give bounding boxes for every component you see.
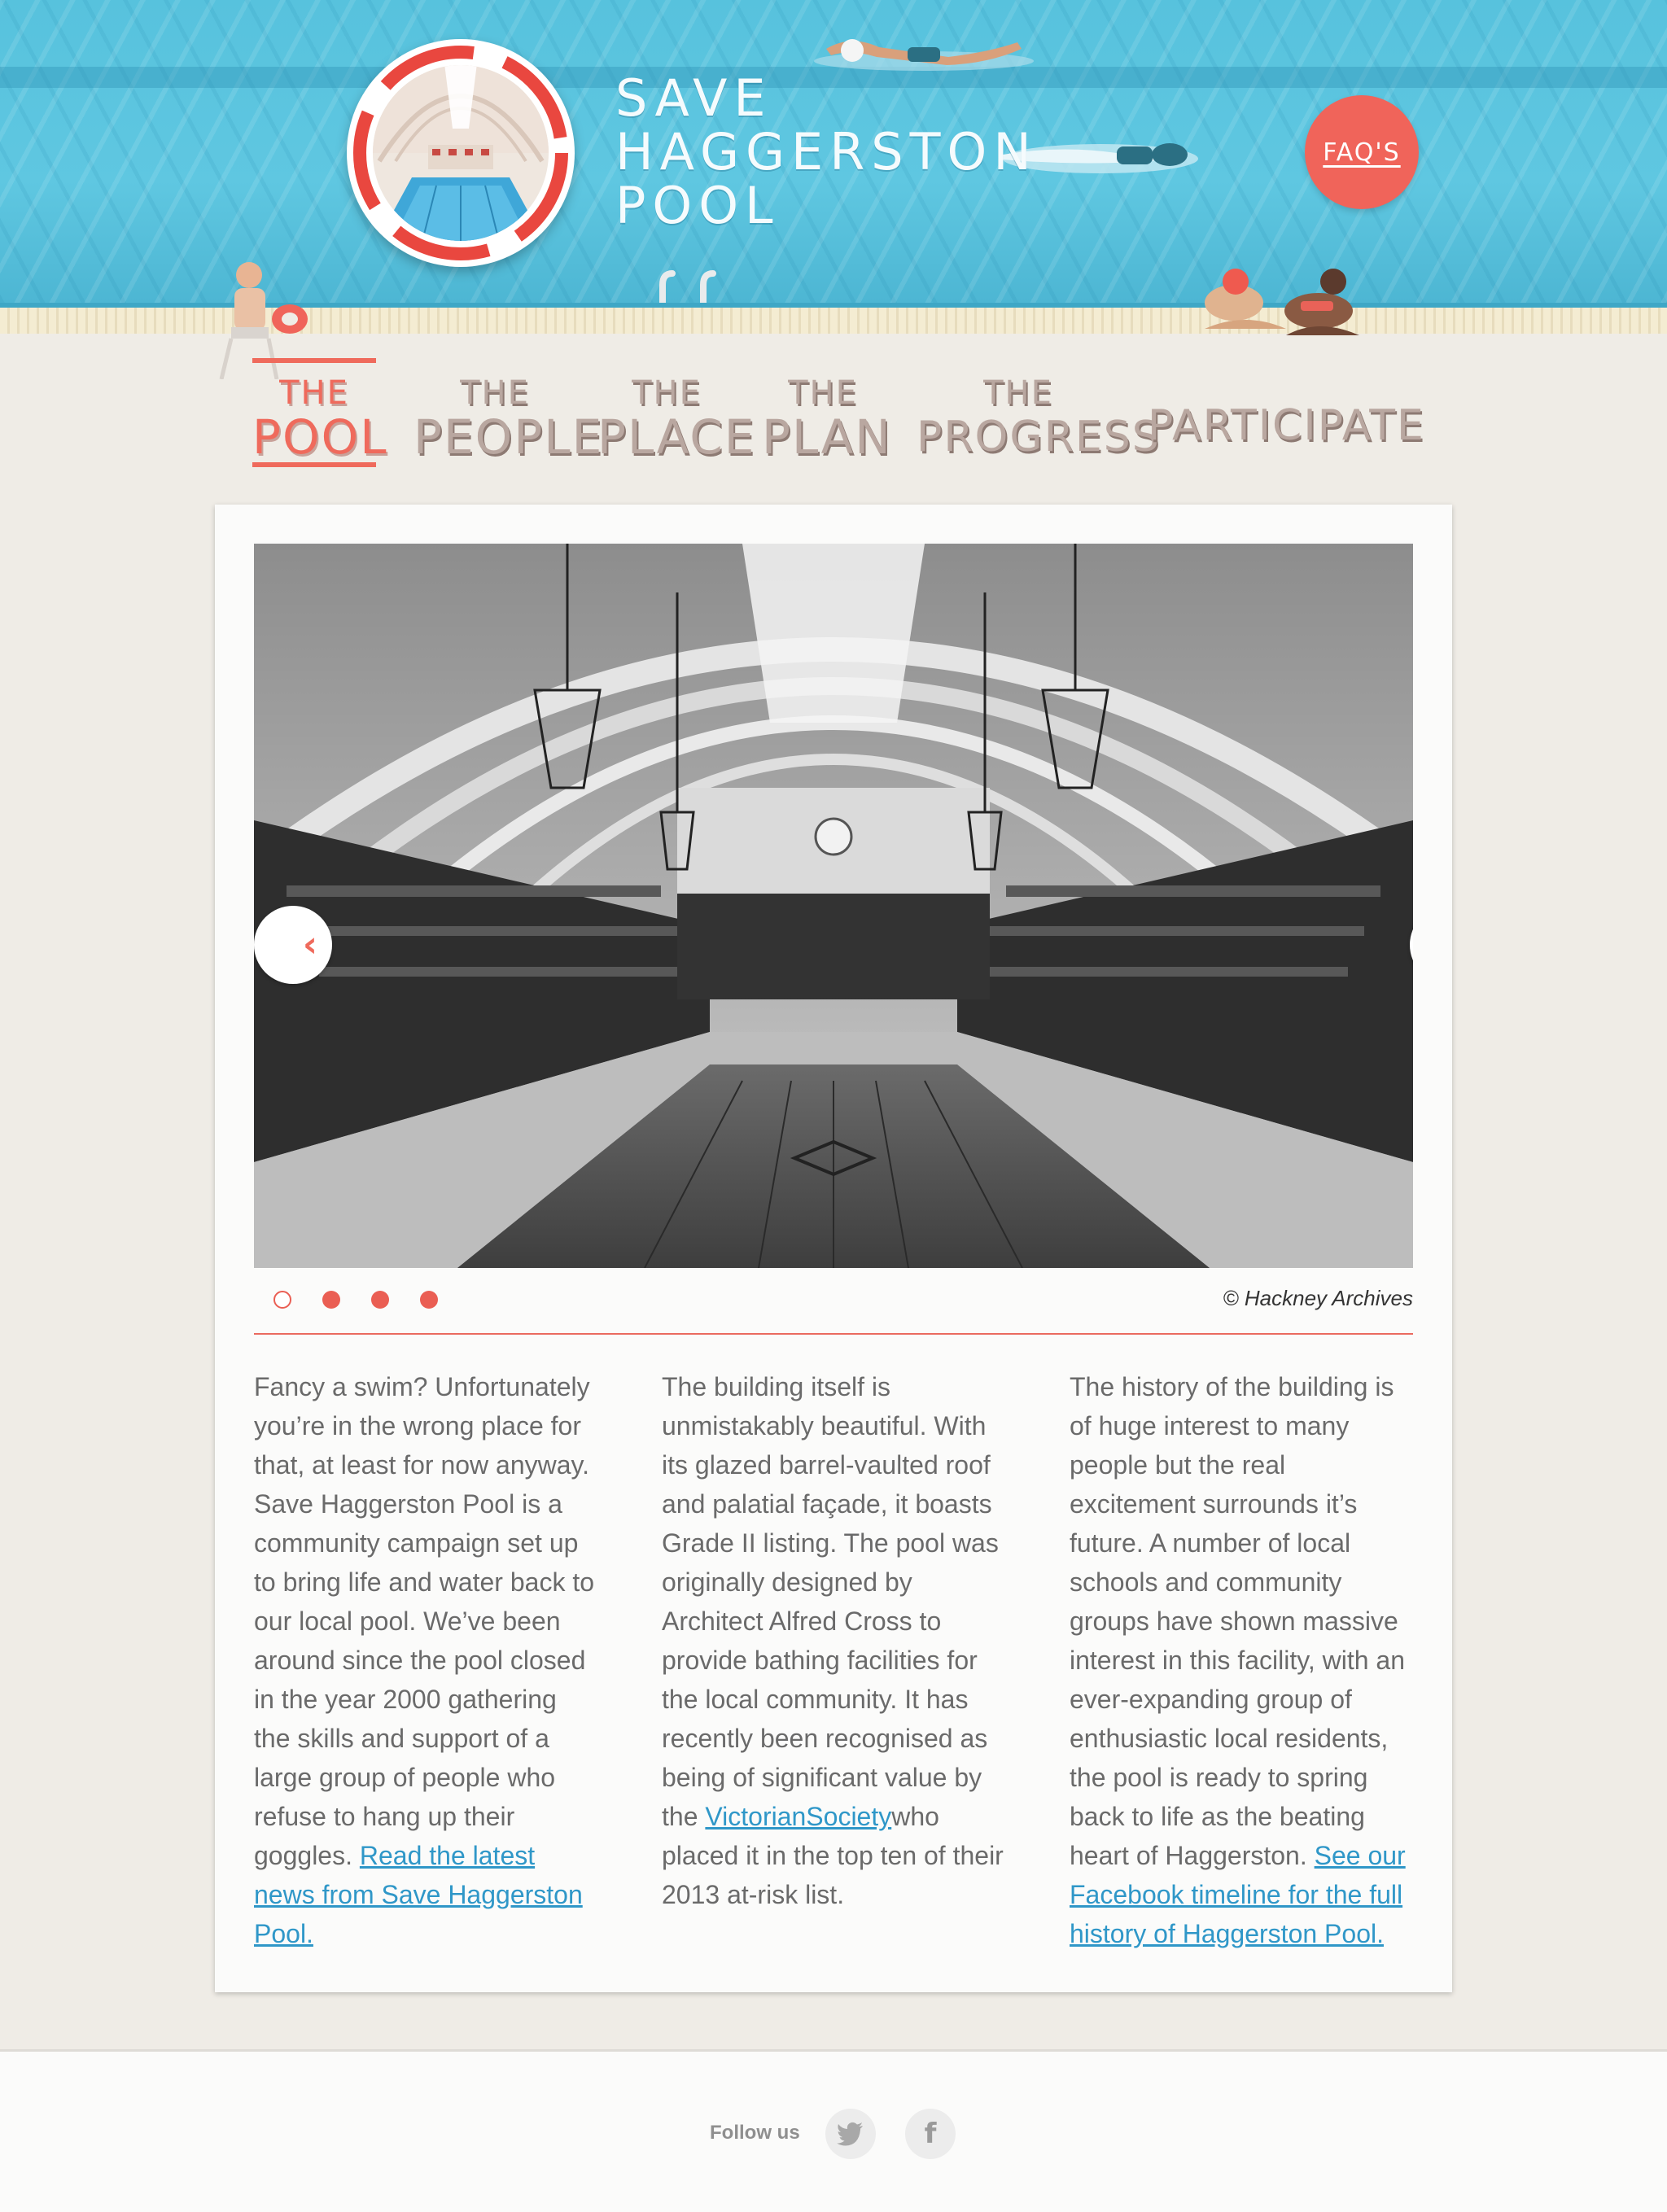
- intro-columns: Fancy a swim? Unfortunately you’re in th…: [254, 1367, 1413, 1953]
- slider-prev-button[interactable]: ‹: [254, 906, 332, 984]
- nav-item-label: Pool: [252, 409, 388, 465]
- nav-item-label: People: [413, 409, 604, 465]
- site-title-line: Save: [615, 68, 772, 128]
- site-title-line: Pool: [615, 176, 780, 235]
- site-footer: Follow us f: [0, 2049, 1667, 2212]
- nav-item-the-people[interactable]: The People: [413, 358, 604, 467]
- victorian-society-link[interactable]: VictorianSociety: [705, 1802, 891, 1831]
- content-divider: [254, 1333, 1413, 1335]
- nav-item-prefix: The: [632, 374, 702, 412]
- nav-item-the-progress[interactable]: The Progress: [917, 358, 1161, 467]
- facebook-button[interactable]: f: [905, 2109, 956, 2159]
- follow-us-label: Follow us: [710, 2122, 800, 2144]
- content-card: ‹ › © Hackney Archives Fancy a swim? Unf…: [215, 505, 1452, 1992]
- twitter-button[interactable]: [825, 2109, 876, 2159]
- site-title-line: Haggerston: [615, 122, 1038, 181]
- nav-item-label: Plan: [762, 409, 892, 465]
- historic-pool-photo: [254, 544, 1413, 1268]
- slider-image: ‹ ›: [254, 544, 1413, 1268]
- nav-item-prefix: The: [279, 374, 349, 412]
- main-nav: The Pool The People The Place The Plan T…: [244, 358, 1433, 472]
- site-title[interactable]: Save Haggerston Pool: [615, 68, 1038, 235]
- photo-credit: © Hackney Archives: [1223, 1286, 1414, 1310]
- paragraph-text: The building itself is unmistakably beau…: [662, 1372, 999, 1831]
- nav-item-the-plan[interactable]: The Plan: [762, 358, 892, 467]
- chevron-left-icon: ‹: [302, 924, 317, 965]
- twitter-icon: [837, 2122, 863, 2146]
- nav-item-participate[interactable]: Participate: [1148, 358, 1425, 467]
- nav-item-label: Place: [597, 409, 756, 465]
- slider-dot[interactable]: [420, 1291, 438, 1309]
- slider-dot[interactable]: [273, 1291, 291, 1309]
- intro-column: The history of the building is of huge i…: [1070, 1367, 1412, 1953]
- nav-item-prefix: The: [983, 374, 1053, 412]
- intro-column: The building itself is unmistakably beau…: [662, 1367, 1004, 1953]
- faq-button[interactable]: FAQ'S: [1305, 95, 1419, 209]
- nav-item-label: Progress: [917, 413, 1161, 461]
- nav-item-prefix: The: [788, 374, 858, 412]
- slider-dot[interactable]: [322, 1291, 340, 1309]
- intro-column: Fancy a swim? Unfortunately you’re in th…: [254, 1367, 597, 1953]
- pool-logo-icon: [350, 42, 571, 264]
- slider-dot[interactable]: [371, 1291, 389, 1309]
- nav-item-prefix: The: [460, 374, 530, 412]
- nav-item-the-pool[interactable]: The Pool: [252, 358, 388, 467]
- slider-pagination: [273, 1291, 438, 1315]
- paragraph-text: Fancy a swim? Unfortunately you’re in th…: [254, 1372, 595, 1870]
- pool-ladder-illustration: [659, 270, 716, 303]
- paragraph-text: The history of the building is of huge i…: [1070, 1372, 1406, 1870]
- nav-item-the-place[interactable]: The Place: [597, 358, 756, 467]
- facebook-icon: f: [924, 2118, 937, 2150]
- site-logo[interactable]: [347, 39, 575, 267]
- sunbathers-illustration: [1205, 269, 1359, 335]
- nav-item-label: Participate: [1148, 401, 1425, 450]
